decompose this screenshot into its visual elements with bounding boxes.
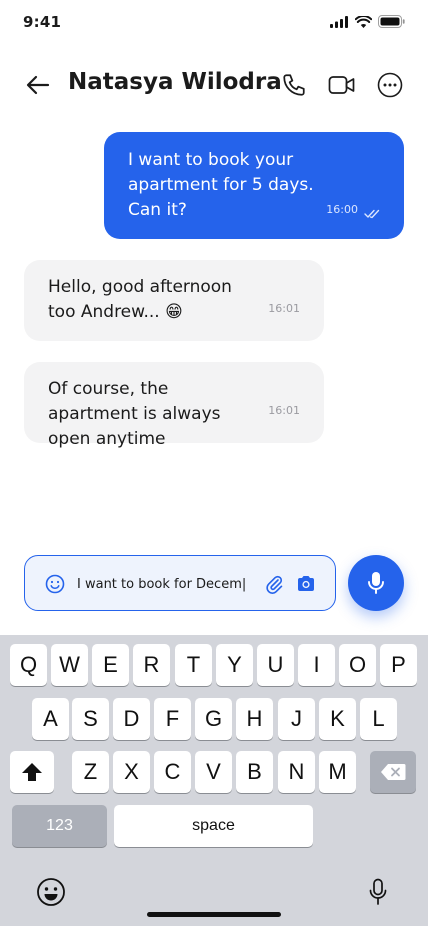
key-e[interactable]: E xyxy=(92,644,129,686)
more-options-icon xyxy=(377,72,403,98)
read-receipt-icon xyxy=(364,209,380,219)
key-r[interactable]: R xyxy=(133,644,170,686)
camera-button[interactable] xyxy=(294,572,318,596)
key-u[interactable]: U xyxy=(257,644,294,686)
back-arrow-icon xyxy=(26,75,50,95)
numbers-key[interactable]: 123 xyxy=(12,805,107,847)
key-x[interactable]: X xyxy=(113,751,150,793)
key-z[interactable]: Z xyxy=(72,751,109,793)
more-options-button[interactable] xyxy=(376,71,404,99)
status-bar: 9:41 xyxy=(0,0,428,46)
message-text: Hello, good afternoon too Andrew... 😁 xyxy=(48,277,232,322)
shift-key[interactable] xyxy=(10,751,54,793)
key-a[interactable]: A xyxy=(32,698,69,740)
attach-button[interactable] xyxy=(262,572,286,596)
emoji-keyboard-button[interactable] xyxy=(34,875,68,909)
voice-record-button[interactable] xyxy=(348,555,404,611)
key-y[interactable]: Y xyxy=(216,644,253,686)
back-button[interactable] xyxy=(24,71,52,99)
dictation-button[interactable] xyxy=(361,875,395,909)
emoji-button[interactable] xyxy=(43,572,67,596)
on-screen-keyboard: Q W E R T Y U I O P A S D F G H J K L Z … xyxy=(0,635,428,926)
wifi-icon xyxy=(355,15,372,28)
key-s[interactable]: S xyxy=(72,698,109,740)
key-g[interactable]: G xyxy=(195,698,232,740)
backspace-key[interactable] xyxy=(370,751,416,793)
backspace-icon xyxy=(381,764,406,780)
key-n[interactable]: N xyxy=(278,751,315,793)
chat-header: Natasya Wilodra xyxy=(0,60,428,110)
message-bubble-incoming[interactable]: Hello, good afternoon too Andrew... 😁 16… xyxy=(24,260,324,341)
key-l[interactable]: L xyxy=(360,698,397,740)
key-h[interactable]: H xyxy=(236,698,273,740)
shift-arrow-icon xyxy=(22,763,42,781)
video-call-button[interactable] xyxy=(328,71,356,99)
key-j[interactable]: J xyxy=(278,698,315,740)
message-input[interactable] xyxy=(77,570,267,598)
emoji-icon xyxy=(37,878,65,906)
video-camera-icon xyxy=(328,76,355,94)
message-time: 16:01 xyxy=(268,302,300,315)
status-icons xyxy=(330,15,405,28)
camera-icon xyxy=(298,576,314,591)
message-bubble-incoming[interactable]: Of course, the apartment is always open … xyxy=(24,362,324,449)
message-time: 16:01 xyxy=(268,404,300,417)
message-text: Of course, the apartment is always open … xyxy=(48,379,221,449)
contact-name: Natasya Wilodra xyxy=(68,69,282,95)
key-t[interactable]: T xyxy=(175,644,212,686)
key-i[interactable]: I xyxy=(298,644,335,686)
key-o[interactable]: O xyxy=(339,644,376,686)
emoji-icon xyxy=(45,574,65,594)
key-m[interactable]: M xyxy=(319,751,356,793)
call-button[interactable] xyxy=(280,71,308,99)
cellular-signal-icon xyxy=(330,15,348,28)
microphone-icon xyxy=(369,878,387,905)
home-indicator[interactable] xyxy=(147,912,281,917)
key-w[interactable]: W xyxy=(51,644,88,686)
message-composer xyxy=(24,555,336,611)
message-text: I want to book your apartment for 5 days… xyxy=(128,150,314,220)
battery-icon xyxy=(378,15,405,28)
key-q[interactable]: Q xyxy=(10,644,47,686)
key-k[interactable]: K xyxy=(319,698,356,740)
key-d[interactable]: D xyxy=(113,698,150,740)
message-bubble-outgoing[interactable]: I want to book your apartment for 5 days… xyxy=(104,132,404,239)
message-time: 16:00 xyxy=(326,203,358,216)
key-b[interactable]: B xyxy=(236,751,273,793)
key-f[interactable]: F xyxy=(154,698,191,740)
microphone-icon xyxy=(368,572,384,594)
status-time: 9:41 xyxy=(23,13,62,31)
key-v[interactable]: V xyxy=(195,751,232,793)
phone-icon xyxy=(283,74,305,96)
paperclip-icon xyxy=(266,575,283,594)
space-key[interactable]: space xyxy=(114,805,313,847)
key-p[interactable]: P xyxy=(380,644,417,686)
key-c[interactable]: C xyxy=(154,751,191,793)
